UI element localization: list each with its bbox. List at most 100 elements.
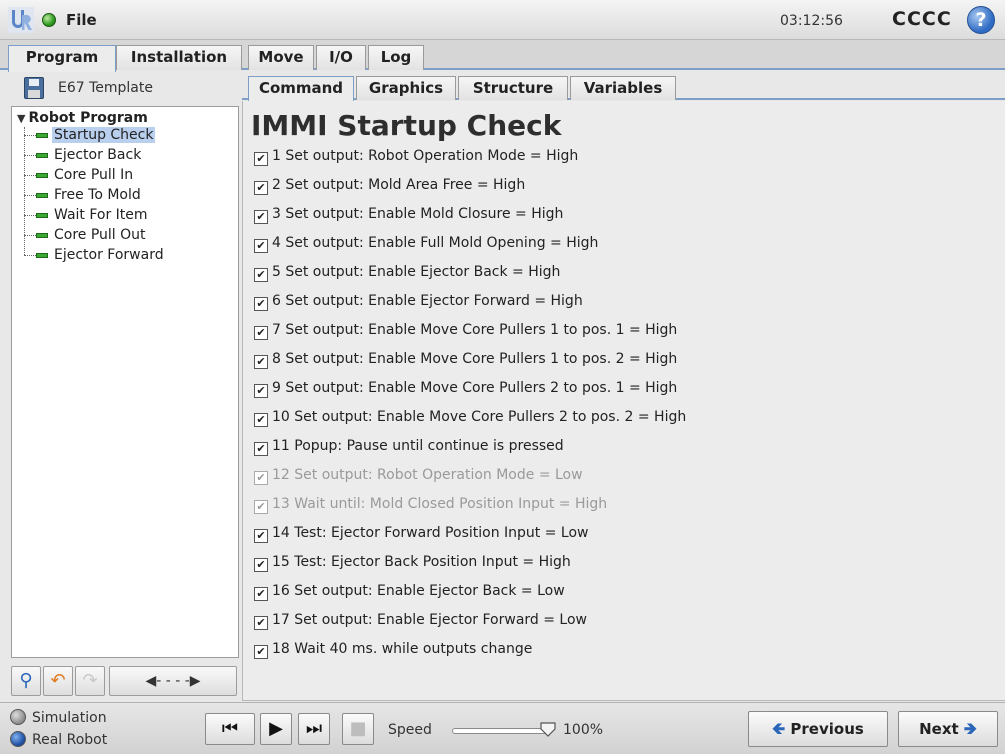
previous-label: Previous: [790, 720, 864, 738]
command-checkbox[interactable]: ✔: [254, 413, 268, 427]
tab-command[interactable]: Command: [248, 76, 354, 102]
program-name: E67 Template: [58, 80, 153, 96]
command-row[interactable]: ✔ 1 Set output: Robot Operation Mode = Hi…: [254, 146, 994, 175]
program-tree[interactable]: ▼ Robot Program Startup Check Ejector Bac…: [11, 106, 239, 658]
tab-structure[interactable]: Structure: [458, 76, 568, 100]
program-title-row: E67 Template: [8, 74, 240, 104]
tree-item-ejector-forward[interactable]: Ejector Forward: [24, 247, 166, 267]
command-checkbox[interactable]: ✔: [254, 297, 268, 311]
command-checkbox[interactable]: ✔: [254, 471, 268, 485]
speed-slider[interactable]: [452, 728, 548, 734]
help-icon[interactable]: ?: [967, 6, 995, 34]
command-row[interactable]: ✔ 4 Set output: Enable Full Mold Opening …: [254, 233, 994, 262]
tree-item-wait-for-item[interactable]: Wait For Item: [24, 207, 150, 227]
tree-root[interactable]: ▼ Robot Program: [17, 110, 148, 126]
real-robot-radio-icon[interactable]: [10, 731, 26, 747]
command-checkbox[interactable]: ✔: [254, 645, 268, 659]
command-row[interactable]: ✔ 12 Set output: Robot Operation Mode = L…: [254, 465, 994, 494]
ur-logo-icon: [8, 7, 34, 33]
tab-graphics[interactable]: Graphics: [356, 76, 456, 100]
command-checkbox[interactable]: ✔: [254, 616, 268, 630]
program-node-icon: [36, 212, 48, 218]
skip-to-start-icon[interactable]: ⏮: [205, 713, 255, 745]
tab-log[interactable]: Log: [368, 45, 424, 70]
command-row[interactable]: ✔ 14 Test: Ejector Forward Position Input…: [254, 523, 994, 552]
tree-item-label: Ejector Back: [54, 147, 142, 163]
tree-item-label: Core Pull In: [54, 167, 134, 183]
command-text: 10 Set output: Enable Move Core Pullers …: [272, 409, 687, 425]
command-row[interactable]: ✔ 15 Test: Ejector Back Position Input = …: [254, 552, 994, 581]
command-row[interactable]: ✔ 10 Set output: Enable Move Core Pullers…: [254, 407, 994, 436]
simulation-radio[interactable]: Simulation: [10, 709, 107, 729]
speed-label: Speed: [388, 722, 432, 738]
tab-installation[interactable]: Installation: [116, 45, 242, 70]
undo-icon[interactable]: ↶: [43, 666, 73, 696]
speed-slider-knob-icon[interactable]: [539, 720, 557, 738]
command-row[interactable]: ✔ 2 Set output: Mold Area Free = High: [254, 175, 994, 204]
command-text: 2 Set output: Mold Area Free = High: [272, 177, 526, 193]
tab-move[interactable]: Move: [248, 45, 314, 70]
command-checkbox[interactable]: ✔: [254, 529, 268, 543]
command-row[interactable]: ✔ 7 Set output: Enable Move Core Pullers …: [254, 320, 994, 349]
command-row[interactable]: ✔ 11 Popup: Pause until continue is press…: [254, 436, 994, 465]
command-text: 6 Set output: Enable Ejector Forward = H…: [272, 293, 583, 309]
command-checkbox[interactable]: ✔: [254, 558, 268, 572]
command-checkbox[interactable]: ✔: [254, 587, 268, 601]
tab-program[interactable]: Program: [8, 45, 116, 72]
tree-item-core-pull-out[interactable]: Core Pull Out: [24, 227, 148, 247]
command-checkbox[interactable]: ✔: [254, 442, 268, 456]
tab-io[interactable]: I/O: [316, 45, 366, 70]
expand-triangle-icon[interactable]: ▼: [17, 112, 25, 125]
command-checkbox[interactable]: ✔: [254, 239, 268, 253]
command-row[interactable]: ✔ 8 Set output: Enable Move Core Pullers …: [254, 349, 994, 378]
real-robot-radio[interactable]: Real Robot: [10, 731, 107, 751]
save-icon[interactable]: [24, 77, 44, 99]
file-menu[interactable]: File: [66, 11, 97, 29]
command-checkbox[interactable]: ✔: [254, 210, 268, 224]
command-text: 17 Set output: Enable Ejector Forward = …: [272, 612, 587, 628]
command-row[interactable]: ✔ 6 Set output: Enable Ejector Forward = …: [254, 291, 994, 320]
drag-handle-icon[interactable]: ◀- - - -▶: [109, 666, 237, 696]
command-row[interactable]: ✔ 16 Set output: Enable Ejector Back = Lo…: [254, 581, 994, 610]
tree-item-label: Free To Mold: [54, 187, 141, 203]
command-text: 9 Set output: Enable Move Core Pullers 2…: [272, 380, 678, 396]
command-text: 14 Test: Ejector Forward Position Input …: [272, 525, 589, 541]
command-row[interactable]: ✔ 5 Set output: Enable Ejector Back = Hig…: [254, 262, 994, 291]
tree-item-label: Ejector Forward: [54, 247, 164, 263]
program-node-icon: [36, 192, 48, 198]
command-checkbox[interactable]: ✔: [254, 355, 268, 369]
tree-item-startup-check[interactable]: Startup Check: [24, 127, 156, 147]
command-checkbox[interactable]: ✔: [254, 384, 268, 398]
step-icon[interactable]: ⏭: [298, 713, 330, 745]
redo-icon[interactable]: ↷: [75, 666, 105, 696]
next-button[interactable]: Next 🡺: [898, 711, 998, 747]
previous-button[interactable]: 🡸 Previous: [748, 711, 888, 747]
command-checkbox[interactable]: ✔: [254, 181, 268, 195]
tree-item-ejector-back[interactable]: Ejector Back: [24, 147, 143, 167]
search-icon[interactable]: ⚲: [11, 666, 41, 696]
command-row[interactable]: ✔ 17 Set output: Enable Ejector Forward =…: [254, 610, 994, 639]
command-row[interactable]: ✔ 18 Wait 40 ms. while outputs change: [254, 639, 994, 668]
arrow-left-icon: 🡸: [772, 719, 786, 738]
command-checkbox[interactable]: ✔: [254, 500, 268, 514]
command-checkbox[interactable]: ✔: [254, 268, 268, 282]
real-robot-label: Real Robot: [32, 732, 108, 748]
tree-item-free-to-mold[interactable]: Free To Mold: [24, 187, 143, 207]
stop-icon[interactable]: ■: [342, 713, 374, 745]
command-row[interactable]: ✔ 13 Wait until: Mold Closed Position Inp…: [254, 494, 994, 523]
command-row[interactable]: ✔ 9 Set output: Enable Move Core Pullers …: [254, 378, 994, 407]
command-checkbox[interactable]: ✔: [254, 326, 268, 340]
simulation-radio-icon[interactable]: [10, 709, 26, 725]
tree-item-core-pull-in[interactable]: Core Pull In: [24, 167, 135, 187]
play-icon[interactable]: ▶: [260, 713, 292, 745]
command-panel: IMMI Startup Check ✔ 1 Set output: Robot …: [242, 101, 1005, 701]
tree-item-label: Wait For Item: [54, 207, 148, 223]
program-node-icon: [36, 132, 48, 138]
simulation-label: Simulation: [32, 710, 107, 726]
command-checkbox[interactable]: ✔: [254, 152, 268, 166]
command-text: 16 Set output: Enable Ejector Back = Low: [272, 583, 565, 599]
program-node-icon: [36, 232, 48, 238]
command-row[interactable]: ✔ 3 Set output: Enable Mold Closure = Hig…: [254, 204, 994, 233]
tab-variables[interactable]: Variables: [570, 76, 676, 100]
page-title: IMMI Startup Check: [251, 109, 562, 142]
